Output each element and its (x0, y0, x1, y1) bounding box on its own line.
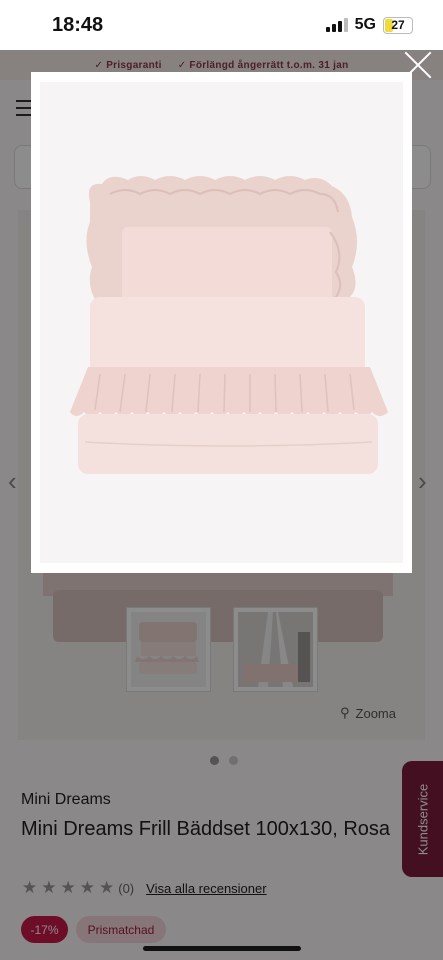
battery-icon: 27 (383, 16, 413, 34)
lightbox-image[interactable] (40, 82, 403, 563)
frill-bedset-image (70, 176, 388, 474)
battery-level: 27 (391, 18, 405, 32)
status-indicators: 5G 27 (325, 16, 413, 34)
image-lightbox (31, 72, 412, 573)
status-time: 18:48 (52, 14, 104, 36)
home-indicator (143, 946, 301, 951)
signal-icon (325, 18, 348, 32)
status-bar: 18:48 5G 27 (0, 0, 443, 50)
close-icon[interactable] (402, 50, 434, 82)
network-label: 5G (354, 16, 376, 33)
